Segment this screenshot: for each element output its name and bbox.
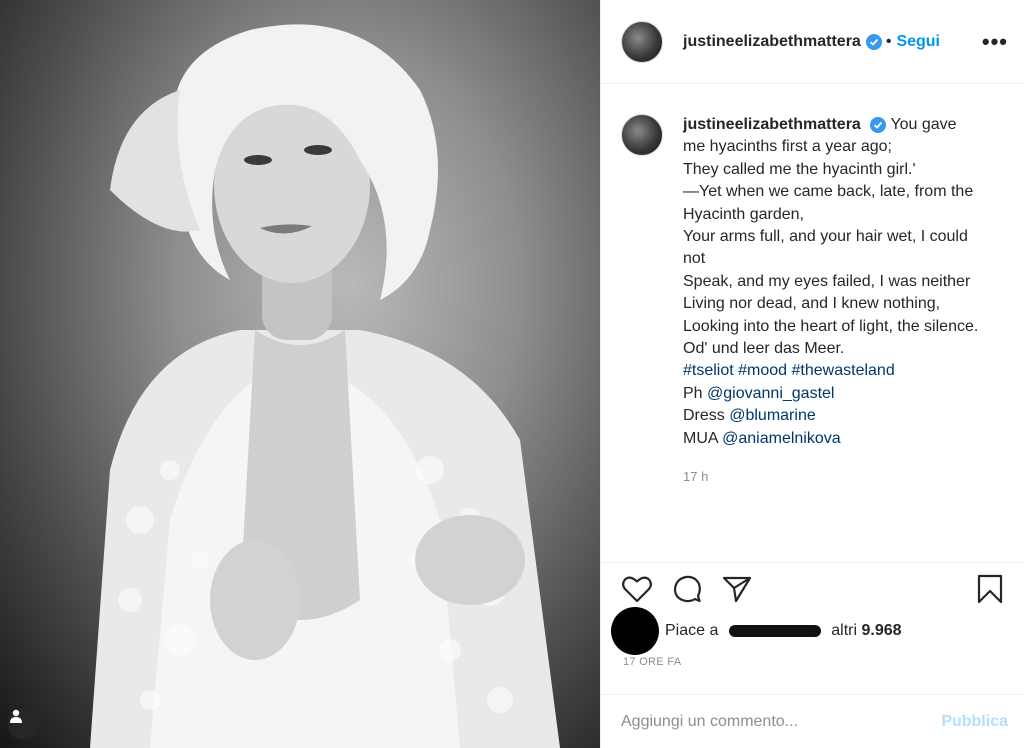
hashtag-link[interactable]: #mood — [738, 362, 787, 379]
caption-line: They called me the hyacinth girl.' — [683, 160, 916, 178]
caption-line: Od' und leer das Meer. — [683, 340, 845, 358]
left-hand-shape — [210, 540, 300, 660]
author-avatar[interactable] — [621, 20, 663, 63]
comments-section: justineelizabethmattera You gave me hyac… — [601, 84, 1024, 562]
separator-dot: • — [885, 32, 892, 50]
post-side-panel: justineelizabethmattera • Segui ••• just… — [600, 0, 1024, 748]
verified-badge-icon — [865, 33, 882, 50]
likes-count[interactable]: 9.968 — [862, 622, 902, 639]
credit-mua: MUA @aniamelnikova — [683, 428, 983, 450]
hashtags-line: #tseliot #mood #thewasteland — [683, 360, 983, 382]
follow-button[interactable]: Segui — [896, 33, 940, 51]
credit-dress: Dress @blumarine — [683, 405, 983, 427]
caption-line: Living nor dead, and I knew nothing, — [683, 295, 941, 313]
verified-badge-icon — [870, 116, 887, 133]
credit-label: Dress — [683, 407, 725, 425]
redacted-username — [728, 624, 821, 637]
like-button[interactable] — [619, 571, 655, 607]
post-header: justineelizabethmattera • Segui ••• — [601, 0, 1024, 84]
caption-timestamp[interactable]: 17 h — [683, 466, 983, 488]
caption-line: Looking into the heart of light, the sil… — [683, 317, 979, 335]
hashtag-link[interactable]: #thewasteland — [792, 362, 895, 379]
mention-link[interactable]: @aniamelnikova — [722, 430, 841, 447]
bookmark-icon — [977, 574, 1003, 603]
tagged-users-button[interactable] — [8, 708, 40, 740]
likes-suffix: altri — [831, 622, 858, 639]
post-date[interactable]: 17 ORE FA — [623, 656, 681, 668]
hashtag-link[interactable]: #tseliot — [683, 362, 734, 379]
heart-icon — [622, 576, 652, 602]
likes-prefix: Piace a — [665, 622, 719, 639]
share-button[interactable] — [719, 571, 755, 607]
likes-summary[interactable]: Piace a altri 9.968 — [601, 607, 1024, 655]
paper-plane-icon — [722, 576, 752, 602]
caption-username[interactable]: justineelizabethmattera — [683, 116, 861, 133]
mention-link[interactable]: @giovanni_gastel — [707, 385, 834, 402]
caption-line: Speak, and my eyes failed, I was neither — [683, 272, 971, 290]
caption-body: justineelizabethmattera You gave me hyac… — [683, 114, 983, 489]
author-username[interactable]: justineelizabethmattera — [683, 33, 861, 51]
comment-button[interactable] — [669, 571, 705, 607]
comment-input[interactable] — [621, 712, 942, 731]
caption: justineelizabethmattera You gave me hyac… — [621, 114, 1008, 489]
comment-icon — [673, 575, 701, 602]
credit-label: Ph — [683, 384, 703, 402]
credit-label: MUA — [683, 429, 718, 447]
right-hand-shape — [415, 515, 525, 605]
photo-illustration — [90, 24, 560, 748]
likes-text: Piace a altri 9.968 — [665, 622, 902, 640]
person-icon — [10, 709, 22, 723]
save-button[interactable] — [972, 571, 1008, 607]
add-comment-bar: Pubblica — [601, 694, 1024, 748]
more-options-button[interactable]: ••• — [982, 29, 1008, 55]
credit-photographer: Ph @giovanni_gastel — [683, 383, 983, 405]
publish-button[interactable]: Pubblica — [941, 713, 1008, 731]
caption-line: Your arms full, and your hair wet, I cou… — [683, 228, 968, 268]
mention-link[interactable]: @blumarine — [729, 407, 816, 424]
action-bar — [601, 562, 1024, 614]
liker-avatar[interactable] — [611, 607, 659, 655]
caption-line: —Yet when we came back, late, from the H… — [683, 183, 974, 223]
caption-author-avatar[interactable] — [621, 114, 663, 156]
post-photo[interactable] — [0, 0, 600, 748]
